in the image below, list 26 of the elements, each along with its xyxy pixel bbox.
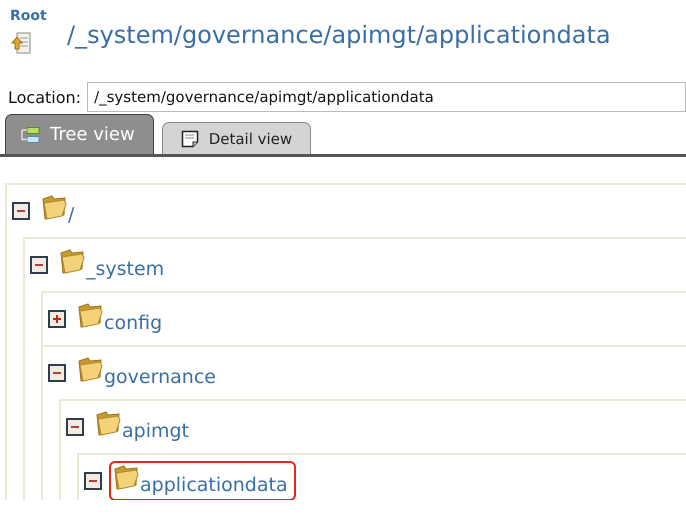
folder-icon — [76, 303, 104, 329]
folder-link[interactable]: / — [68, 203, 74, 227]
folder-link[interactable]: governance — [104, 365, 216, 389]
folder-link[interactable]: _system — [86, 257, 164, 281]
folder-icon — [58, 249, 86, 275]
folder-link[interactable]: apimgt — [122, 419, 190, 443]
folder-icon — [40, 195, 68, 221]
folder-icon — [94, 411, 122, 437]
tab[interactable]: Detail view — [162, 122, 312, 154]
tab[interactable]: Tree view — [5, 114, 154, 154]
collapse-toggle[interactable] — [30, 256, 48, 274]
collapse-toggle[interactable] — [12, 202, 30, 220]
folder-link[interactable]: applicationdata — [140, 473, 288, 497]
folder-link[interactable]: config — [104, 311, 162, 335]
collapse-toggle[interactable] — [48, 364, 66, 382]
location-label: Location: — [8, 88, 82, 106]
location-field[interactable]: /_system/governance/apimgt/applicationdata — [87, 82, 686, 112]
path-title: /_system/governance/apimgt/applicationdata — [67, 21, 611, 49]
folder-icon — [112, 465, 140, 491]
expand-toggle[interactable] — [48, 310, 66, 328]
folder-icon — [76, 357, 104, 383]
collapse-toggle[interactable] — [66, 418, 84, 436]
note-icon — [180, 130, 199, 148]
collapse-toggle[interactable] — [84, 472, 102, 490]
tree-icon — [20, 126, 40, 142]
root-link[interactable]: Root — [10, 8, 67, 25]
